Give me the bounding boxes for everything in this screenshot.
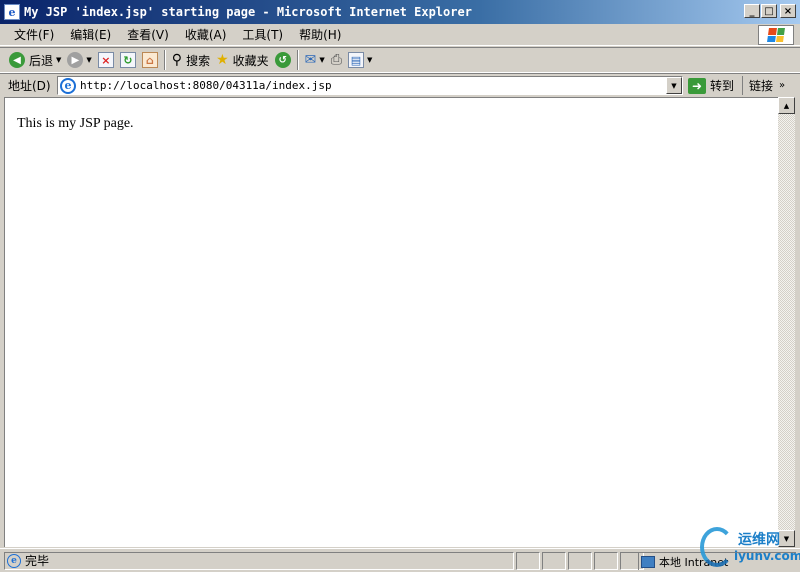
forward-icon: ▶ [67, 52, 84, 68]
page-body-text: This is my JSP page. [17, 116, 134, 131]
menu-file[interactable]: 文件(F) [6, 26, 62, 43]
forward-button[interactable]: ▶ ▼ [64, 49, 94, 71]
status-pane [516, 551, 540, 570]
print-button[interactable]: ⎙ [328, 49, 345, 71]
ie-icon: e [4, 4, 20, 20]
zone-icon [641, 555, 655, 568]
watermark-logo-icon [700, 527, 734, 567]
address-label: 地址(D) [8, 78, 51, 93]
links-label: 链接 [749, 79, 774, 93]
home-icon: ⌂ [141, 52, 158, 68]
edit-icon: ▤ [347, 52, 364, 68]
close-button[interactable]: × [780, 4, 796, 18]
status-main-pane: e 完毕 [4, 551, 514, 570]
status-pane [542, 551, 566, 570]
favorites-button[interactable]: ★ 收藏夹 [213, 49, 272, 71]
menu-edit[interactable]: 编辑(E) [62, 26, 119, 43]
menu-favorites[interactable]: 收藏(A) [177, 26, 235, 43]
status-text: 完毕 [25, 554, 50, 568]
vertical-scrollbar[interactable]: ▲ ▼ [778, 97, 795, 547]
history-button[interactable]: ↺ [272, 49, 294, 71]
edit-button[interactable]: ▤ ▼ [345, 49, 375, 71]
search-label: 搜索 [186, 53, 211, 68]
menu-bar: 文件(F) 编辑(E) 查看(V) 收藏(A) 工具(T) 帮助(H) [0, 24, 800, 46]
stop-button[interactable]: × [95, 49, 117, 71]
page-icon: e [7, 553, 21, 568]
window-controls: _ □ × [743, 4, 796, 18]
watermark-url: iyunv.com [734, 549, 800, 563]
watermark: 运维网 iyunv.com [698, 523, 800, 569]
mail-icon: ✉ [304, 52, 317, 68]
chevron-down-icon[interactable]: ▼ [86, 56, 91, 64]
refresh-button[interactable]: ↻ [117, 49, 139, 71]
status-pane [594, 551, 618, 570]
page-content[interactable]: This is my JSP page. [4, 97, 778, 547]
window-title: My JSP 'index.jsp' starting page - Micro… [24, 5, 472, 19]
title-bar[interactable]: e My JSP 'index.jsp' starting page - Mic… [0, 0, 800, 24]
go-icon: ➜ [688, 77, 706, 94]
standard-toolbar: ◀ 后退 ▼ ▶ ▼ × ↻ ⌂ ⚲ 搜索 ★ 收藏夹 ↺ ✉ ▼ ⎙ ▤ ▼ [0, 47, 800, 73]
menu-tools[interactable]: 工具(T) [234, 26, 291, 43]
print-icon: ⎙ [330, 52, 342, 68]
menu-view[interactable]: 查看(V) [119, 26, 177, 43]
history-icon: ↺ [274, 52, 291, 68]
go-button[interactable]: ➜ 转到 [688, 76, 734, 95]
menu-help[interactable]: 帮助(H) [291, 26, 349, 43]
chevron-right-icon: » [779, 80, 786, 91]
address-dropdown-button[interactable]: ▼ [666, 77, 682, 94]
favorites-label: 收藏夹 [232, 53, 269, 68]
watermark-name: 运维网 [738, 532, 780, 548]
back-icon: ◀ [9, 52, 25, 68]
links-button[interactable]: 链接 » [742, 76, 785, 95]
status-bar: e 完毕 本地 Intranet [0, 548, 800, 572]
address-field[interactable]: e ▼ [57, 76, 683, 95]
chevron-down-icon[interactable]: ▼ [319, 56, 324, 64]
windows-logo [758, 25, 794, 45]
minimize-button[interactable]: _ [744, 4, 760, 18]
back-label: 后退 [29, 53, 54, 68]
search-button[interactable]: ⚲ 搜索 [169, 49, 213, 71]
status-pane [568, 551, 592, 570]
address-bar: 地址(D) e ▼ ➜ 转到 链接 » [0, 73, 800, 96]
address-input[interactable] [80, 79, 660, 92]
toolbar-separator [163, 50, 166, 70]
go-label: 转到 [710, 79, 735, 93]
favorites-icon: ★ [216, 52, 229, 68]
back-button[interactable]: ◀ 后退 ▼ [6, 49, 64, 71]
home-button[interactable]: ⌂ [139, 49, 161, 71]
chevron-down-icon[interactable]: ▼ [367, 56, 372, 64]
chevron-down-icon[interactable]: ▼ [56, 56, 61, 64]
toolbar-separator [296, 50, 299, 70]
mail-button[interactable]: ✉ ▼ [302, 49, 328, 71]
maximize-button[interactable]: □ [761, 4, 777, 18]
scroll-up-button[interactable]: ▲ [778, 97, 795, 114]
search-icon: ⚲ [171, 52, 183, 68]
windows-flag-icon [767, 28, 785, 42]
ie-icon: e [60, 77, 76, 94]
stop-icon: × [97, 52, 114, 68]
refresh-icon: ↻ [119, 52, 136, 68]
